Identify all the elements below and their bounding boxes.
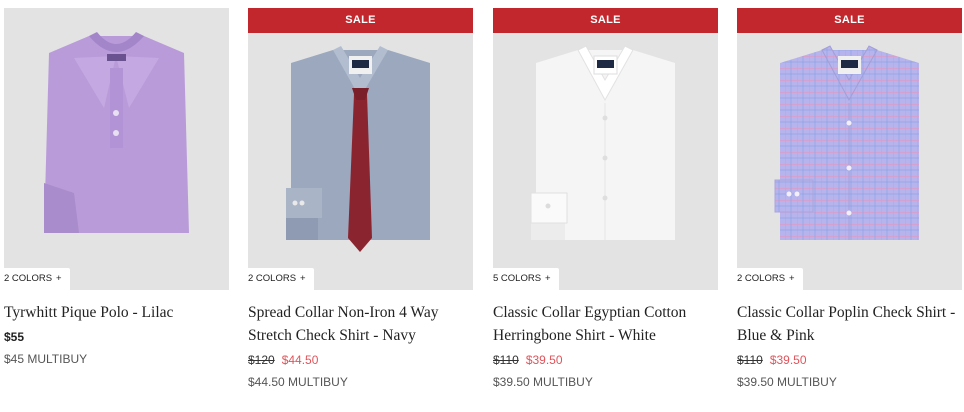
- colors-tag[interactable]: 2 COLORS +: [737, 268, 803, 290]
- navy-shirt-image: [248, 8, 473, 290]
- regular-price: $55: [4, 330, 25, 344]
- product-card[interactable]: 2 COLORS + Tyrwhitt Pique Polo - Lilac $5…: [4, 8, 229, 367]
- product-name[interactable]: Tyrwhitt Pique Polo - Lilac: [4, 301, 229, 324]
- original-price: $110: [493, 353, 519, 367]
- sale-price: $39.50: [525, 353, 563, 367]
- plus-icon: +: [56, 273, 62, 284]
- price: $110 $39.50: [493, 352, 718, 368]
- colors-count: 2 COLORS: [4, 273, 53, 284]
- price: $120 $44.50: [248, 352, 473, 368]
- product-name[interactable]: Classic Collar Egyptian Cotton Herringbo…: [493, 301, 718, 347]
- product-image[interactable]: SALE 2 COLORS +: [248, 8, 473, 290]
- colors-count: 5 COLORS: [493, 273, 542, 284]
- colors-tag[interactable]: 5 COLORS +: [493, 268, 559, 290]
- product-card[interactable]: SALE 5 COLORS + Classic Collar Egyptian C…: [493, 8, 718, 390]
- original-price: $120: [248, 353, 275, 367]
- sale-badge: SALE: [493, 8, 718, 33]
- sale-badge: SALE: [737, 8, 962, 33]
- product-name[interactable]: Spread Collar Non-Iron 4 Way Stretch Che…: [248, 301, 473, 347]
- multibuy-price: $44.50 MULTIBUY: [248, 375, 348, 389]
- colors-tag[interactable]: 2 COLORS +: [4, 268, 70, 290]
- plus-icon: +: [300, 273, 306, 284]
- colors-count: 2 COLORS: [248, 273, 297, 284]
- check-shirt-image: [737, 8, 962, 290]
- product-image[interactable]: SALE 5 COLORS +: [493, 8, 718, 290]
- price: $55: [4, 329, 229, 345]
- lilac-polo-image: [4, 8, 229, 290]
- sale-price: $44.50: [281, 353, 319, 367]
- product-card[interactable]: SALE 2 COLORS + Classic Collar Poplin Ch…: [737, 8, 962, 390]
- product-name[interactable]: Classic Collar Poplin Check Shirt - Blue…: [737, 301, 962, 347]
- sale-price: $39.50: [769, 353, 807, 367]
- multibuy-price: $45 MULTIBUY: [4, 352, 88, 366]
- sale-badge: SALE: [248, 8, 473, 33]
- product-image[interactable]: SALE 2 COLORS +: [737, 8, 962, 290]
- product-grid: 2 COLORS + Tyrwhitt Pique Polo - Lilac $5…: [0, 0, 964, 412]
- plus-icon: +: [545, 273, 551, 284]
- multibuy-price: $39.50 MULTIBUY: [737, 375, 837, 389]
- white-shirt-image: [493, 8, 718, 290]
- price: $110 $39.50: [737, 352, 962, 368]
- original-price: $110: [737, 353, 763, 367]
- plus-icon: +: [789, 273, 795, 284]
- product-card[interactable]: SALE 2 COLORS + Spread Collar Non-Iron 4 …: [248, 8, 473, 390]
- colors-tag[interactable]: 2 COLORS +: [248, 268, 314, 290]
- colors-count: 2 COLORS: [737, 273, 786, 284]
- multibuy-price: $39.50 MULTIBUY: [493, 375, 593, 389]
- product-image[interactable]: 2 COLORS +: [4, 8, 229, 290]
